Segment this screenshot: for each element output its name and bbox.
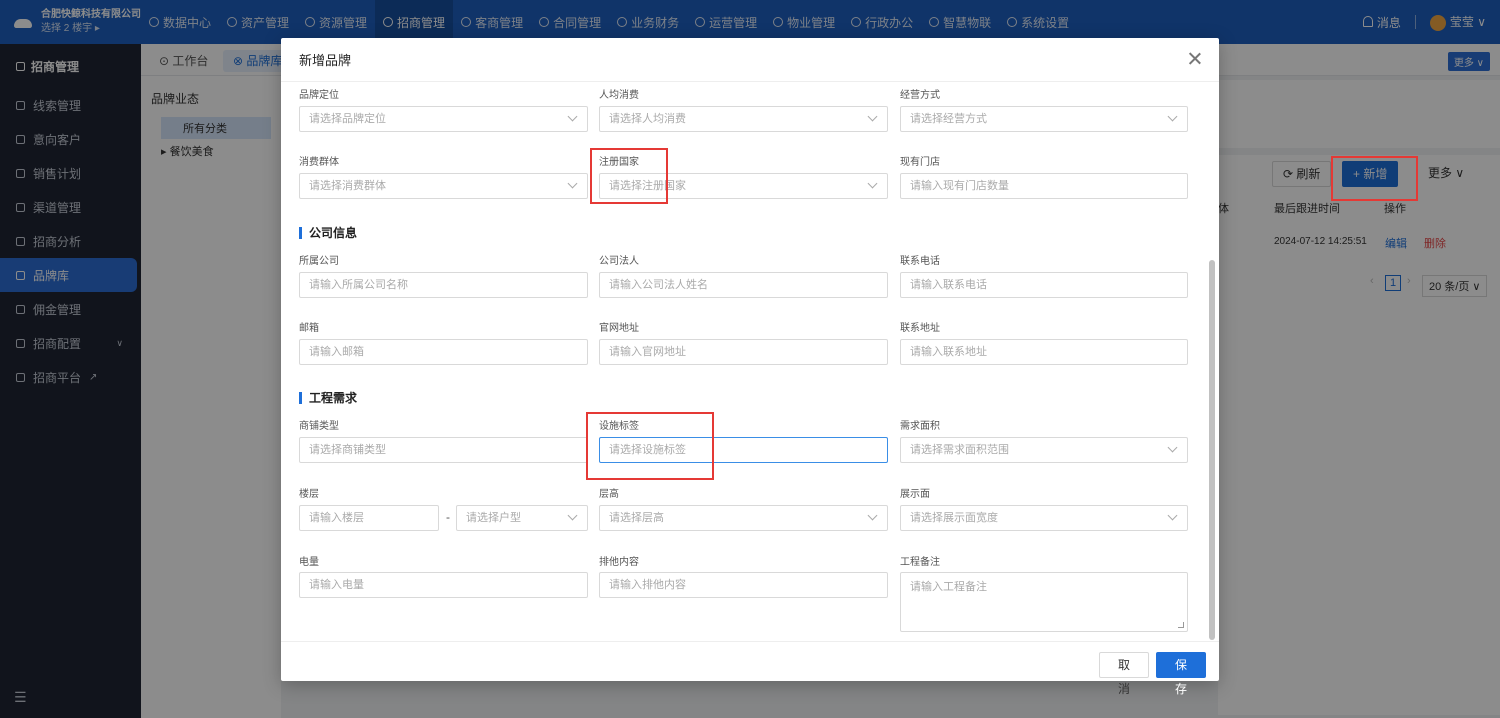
power-input[interactable]: 请输入电量 — [299, 572, 588, 598]
floor-input[interactable]: 请输入楼层 — [299, 505, 439, 531]
label-exclusive: 排他内容 — [599, 557, 639, 568]
shop-type-input[interactable]: 请选择商铺类型 — [299, 437, 588, 463]
cancel-button[interactable]: 取 消 — [1099, 652, 1149, 696]
note-textarea[interactable]: 请输入工程备注 — [900, 572, 1188, 632]
section-company: 公司信息 — [299, 227, 357, 239]
save-button[interactable]: 保 存 — [1156, 652, 1206, 696]
website-input[interactable]: 请输入官网地址 — [599, 339, 888, 365]
label-consumer: 消费群体 — [299, 157, 339, 168]
note-placeholder: 请输入工程备注 — [910, 581, 987, 593]
label-country: 注册国家 — [599, 157, 639, 168]
company-input[interactable]: 请输入所属公司名称 — [299, 272, 588, 298]
label-phone: 联系电话 — [900, 256, 940, 267]
address-input[interactable]: 请输入联系地址 — [900, 339, 1188, 365]
label-display: 展示面 — [900, 489, 930, 500]
dialog-scrollbar[interactable] — [1209, 260, 1215, 640]
exclusive-input[interactable]: 请输入排他内容 — [599, 572, 888, 598]
resize-handle-icon[interactable] — [1178, 622, 1184, 628]
area-select[interactable]: 请选择需求面积范围 — [900, 437, 1188, 463]
label-shop-type: 商铺类型 — [299, 421, 339, 432]
label-stores: 现有门店 — [900, 157, 940, 168]
label-address: 联系地址 — [900, 323, 940, 334]
add-brand-dialog: 新增品牌 品牌定位 请选择品牌定位 人均消费 请选择人均消费 经营方式 请选择经… — [281, 38, 1219, 696]
email-input[interactable]: 请输入邮箱 — [299, 339, 588, 365]
label-area: 需求面积 — [900, 421, 940, 432]
stores-input[interactable]: 请输入现有门店数量 — [900, 173, 1188, 199]
dialog-body: 品牌定位 请选择品牌定位 人均消费 请选择人均消费 经营方式 请选择经营方式 消… — [281, 82, 1219, 634]
label-company: 所属公司 — [299, 256, 339, 267]
unit-type-select[interactable]: 请选择户型 — [456, 505, 588, 531]
label-power: 电量 — [299, 557, 319, 568]
close-icon[interactable] — [1185, 49, 1205, 69]
dialog-footer: 取 消 保 存 — [281, 641, 1219, 696]
display-select[interactable]: 请选择展示面宽度 — [900, 505, 1188, 531]
label-floor: 楼层 — [299, 489, 319, 500]
label-note: 工程备注 — [900, 557, 940, 568]
height-select[interactable]: 请选择层高 — [599, 505, 888, 531]
operation-select[interactable]: 请选择经营方式 — [900, 106, 1188, 132]
phone-input[interactable]: 请输入联系电话 — [900, 272, 1188, 298]
legal-input[interactable]: 请输入公司法人姓名 — [599, 272, 888, 298]
range-dash: - — [446, 510, 450, 524]
facility-tag-select[interactable]: 请选择设施标签 — [599, 437, 888, 463]
label-facility: 设施标签 — [599, 421, 639, 432]
dialog-header: 新增品牌 — [281, 38, 1219, 82]
label-email: 邮箱 — [299, 323, 319, 334]
label-height: 层高 — [599, 489, 619, 500]
positioning-select[interactable]: 请选择品牌定位 — [299, 106, 588, 132]
consumer-select[interactable]: 请选择消费群体 — [299, 173, 588, 199]
label-positioning: 品牌定位 — [299, 90, 339, 101]
section-engineering: 工程需求 — [299, 392, 357, 404]
avg-spend-select[interactable]: 请选择人均消费 — [599, 106, 888, 132]
label-website: 官网地址 — [599, 323, 639, 334]
label-avg-spend: 人均消费 — [599, 90, 639, 101]
country-select[interactable]: 请选择注册国家 — [599, 173, 888, 199]
dialog-title: 新增品牌 — [299, 53, 352, 68]
label-legal: 公司法人 — [599, 256, 639, 267]
label-operation: 经营方式 — [900, 90, 940, 101]
